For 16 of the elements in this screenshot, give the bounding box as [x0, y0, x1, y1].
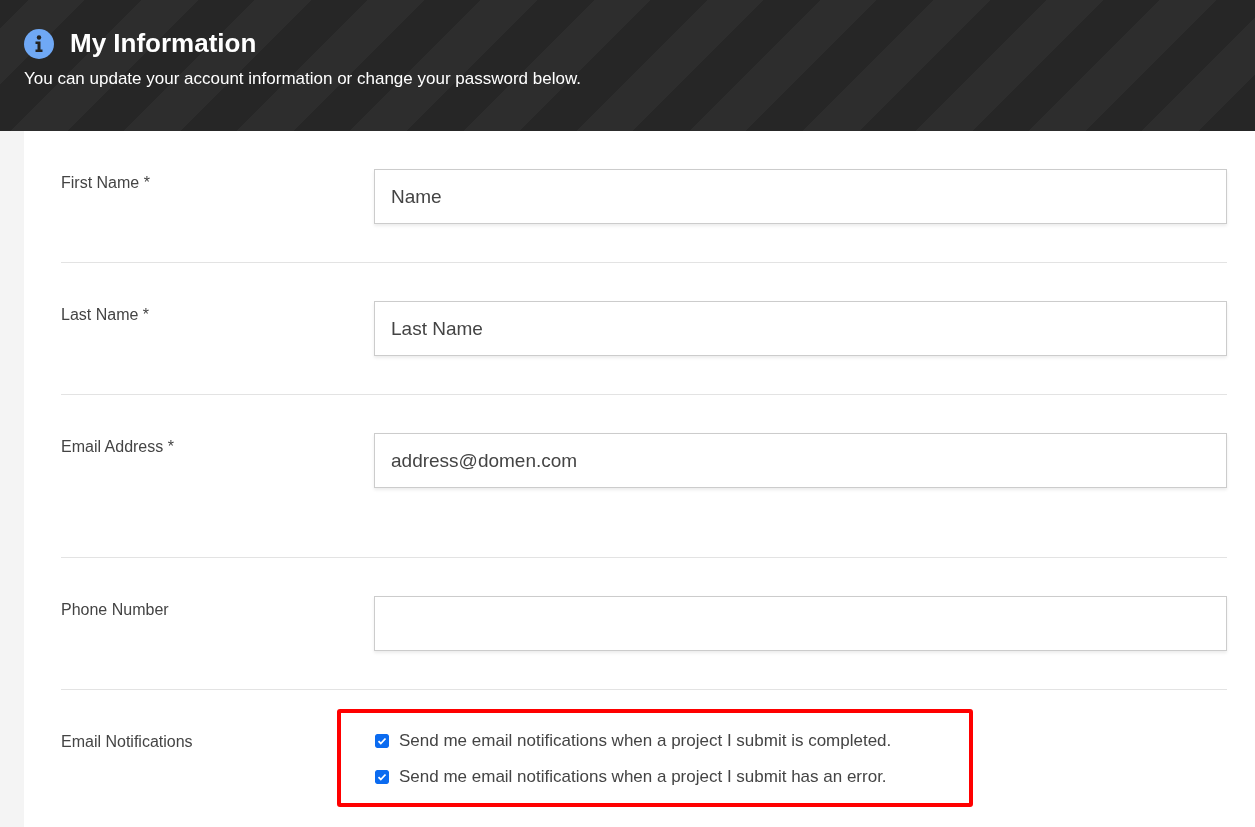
field-label: Last Name *	[61, 305, 151, 325]
field-label: Email Address *	[61, 437, 175, 457]
checkbox-label: Send me email notifications when a project I submit has an error.	[399, 767, 887, 787]
input-field[interactable]: Name	[374, 169, 1227, 224]
page-title: My Information	[70, 28, 257, 59]
page-subtitle: You can update your account information or change your password below.	[24, 69, 582, 89]
checkbox[interactable]	[375, 770, 389, 784]
input-field[interactable]: Last Name	[374, 301, 1227, 356]
input-field[interactable]	[374, 596, 1227, 651]
checkbox-label: Send me email notifications when a project I submit is completed.	[399, 731, 892, 751]
input-field[interactable]: address@domen.com	[374, 433, 1227, 488]
field-label: Email Notifications	[61, 732, 194, 752]
info-icon	[24, 28, 54, 59]
checkbox[interactable]	[375, 734, 389, 748]
field-label: Phone Number	[61, 600, 170, 620]
field-label: First Name *	[61, 173, 151, 193]
